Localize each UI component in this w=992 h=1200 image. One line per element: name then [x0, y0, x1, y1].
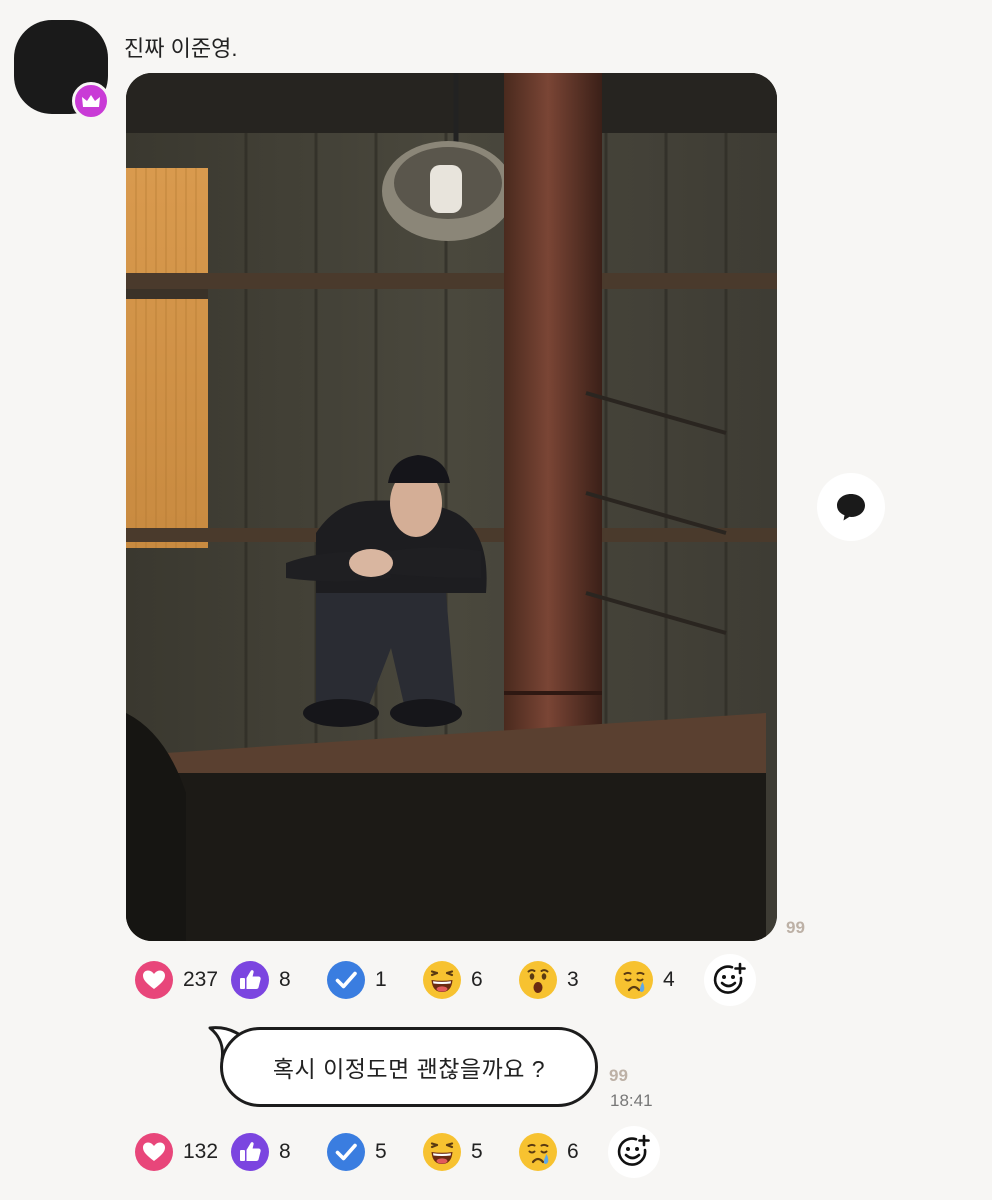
reaction-count: 3	[567, 968, 579, 991]
crown-icon	[82, 95, 100, 107]
reaction-thumbs-up[interactable]: 8	[222, 952, 318, 1008]
reaction-count: 6	[567, 1140, 579, 1163]
reaction-sad[interactable]: 4	[606, 952, 702, 1008]
thumbs-up-icon	[230, 1132, 270, 1172]
add-reaction-button[interactable]	[608, 1126, 660, 1178]
photo-read-count: 99	[786, 918, 805, 937]
reaction-count: 8	[279, 1140, 291, 1163]
check-icon	[326, 960, 366, 1000]
text-reactions: 132 8 5 5 6	[126, 1124, 660, 1180]
reaction-count: 4	[663, 968, 675, 991]
message-timestamp: 18:41	[610, 1091, 653, 1110]
heart-icon	[134, 1132, 174, 1172]
laughing-face-icon	[422, 960, 462, 1000]
reaction-check[interactable]: 1	[318, 952, 414, 1008]
reaction-count: 1	[375, 968, 387, 991]
crown-badge	[72, 82, 110, 120]
reaction-count: 5	[471, 1140, 483, 1163]
comment-button[interactable]	[817, 473, 885, 541]
reaction-laughing[interactable]: 6	[414, 952, 510, 1008]
reaction-count: 237	[183, 968, 219, 991]
thumbs-up-icon	[230, 960, 270, 1000]
heart-icon	[134, 960, 174, 1000]
check-icon	[326, 1132, 366, 1172]
message-photo[interactable]	[126, 73, 777, 941]
reaction-sad[interactable]: 6	[510, 1124, 606, 1180]
reaction-surprised[interactable]: 3	[510, 952, 606, 1008]
reaction-heart[interactable]: 132	[126, 1124, 222, 1180]
reaction-count: 8	[279, 968, 291, 991]
sad-face-icon	[614, 960, 654, 1000]
reaction-count: 6	[471, 968, 483, 991]
reaction-count: 132	[183, 1140, 219, 1163]
sender-name: 진짜 이준영.	[124, 36, 238, 61]
photo-reactions: 237 8 1 6 3 4	[126, 952, 756, 1008]
speech-bubble-icon	[837, 494, 865, 521]
sad-face-icon	[518, 1132, 558, 1172]
add-reaction-button[interactable]	[704, 954, 756, 1006]
laughing-face-icon	[422, 1132, 462, 1172]
message-text: 혹시 이정도면 괜찮을까요 ?	[272, 1056, 546, 1082]
add-emoji-icon	[617, 1134, 650, 1166]
reaction-heart[interactable]: 237	[126, 952, 222, 1008]
text-read-count: 99	[609, 1066, 628, 1085]
reaction-check[interactable]: 5	[318, 1124, 414, 1180]
text-message-bubble[interactable]: 혹시 이정도면 괜찮을까요 ?	[220, 1027, 598, 1107]
add-emoji-icon	[713, 962, 746, 994]
surprised-face-icon	[518, 960, 558, 1000]
reaction-count: 5	[375, 1140, 387, 1163]
reaction-thumbs-up[interactable]: 8	[222, 1124, 318, 1180]
reaction-laughing[interactable]: 5	[414, 1124, 510, 1180]
